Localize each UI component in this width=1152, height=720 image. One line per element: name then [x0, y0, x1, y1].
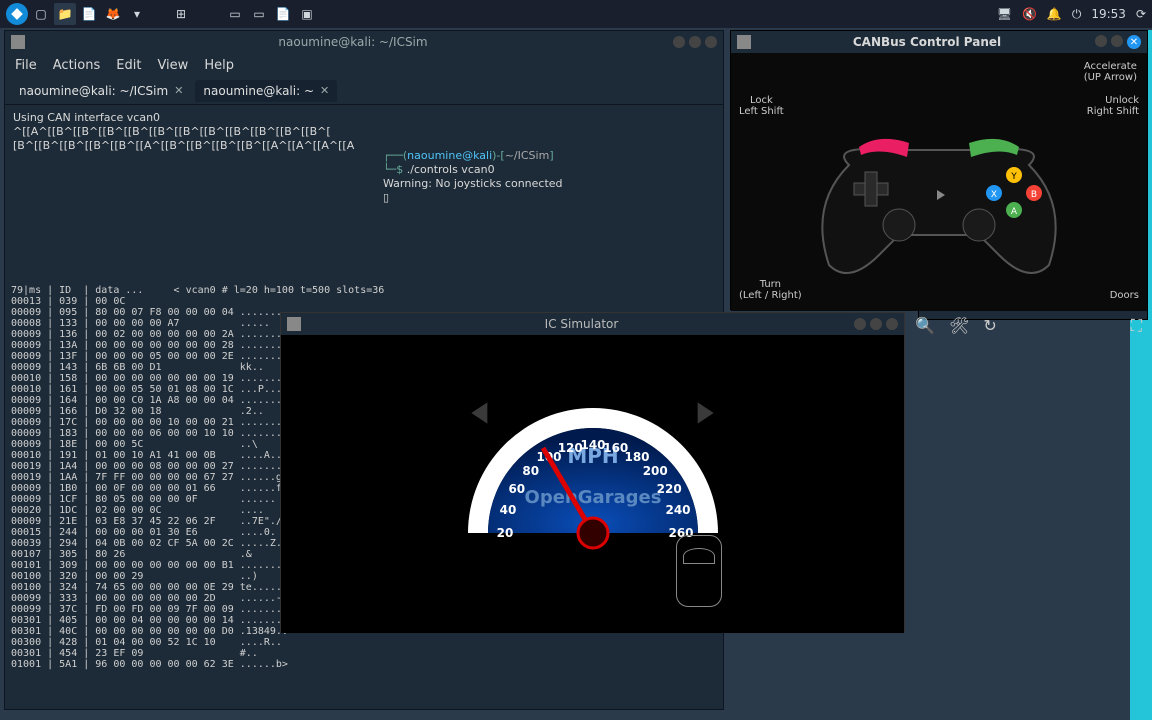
maximize-button[interactable] [689, 36, 701, 48]
svg-text:B: B [1031, 190, 1037, 200]
icsim-window: IC Simulator MPH OpenGarages 20406080100… [280, 312, 905, 632]
terminal-tabs: naoumine@kali: ~/ICSim ✕ naoumine@kali: … [5, 77, 723, 105]
label-lock: LockLeft Shift [739, 95, 784, 117]
fullscreen-icon[interactable]: ⛶ [1131, 316, 1142, 336]
svg-text:80: 80 [522, 464, 539, 478]
tab-label: naoumine@kali: ~ [203, 84, 314, 98]
search-icon[interactable]: 🔍 [915, 316, 935, 336]
command-text: ./controls vcan0 [407, 163, 495, 176]
menu-edit[interactable]: Edit [116, 58, 141, 73]
terminal-dropdown-icon[interactable]: ▾ [126, 3, 148, 25]
terminal-titlebar[interactable]: naoumine@kali: ~/ICSim [5, 31, 723, 53]
minimize-button[interactable] [673, 36, 685, 48]
svg-text:180: 180 [624, 450, 649, 464]
svg-text:40: 40 [499, 503, 516, 517]
tab-icsim[interactable]: naoumine@kali: ~/ICSim ✕ [11, 80, 191, 102]
canbus-title-text: CANBus Control Panel [853, 35, 1001, 49]
canbus-close-button[interactable]: ✕ [1127, 35, 1141, 49]
prompt-user: naoumine@kali [407, 149, 492, 162]
tab-close-icon[interactable]: ✕ [320, 84, 329, 97]
car-lock-icon [676, 535, 722, 607]
canbus-window: CANBus Control Panel ✕ Accelerate(UP Arr… [730, 30, 1148, 310]
gauge-brand: OpenGarages [524, 487, 661, 508]
icsim-minimize-button[interactable] [854, 318, 866, 330]
label-accelerate: Accelerate(UP Arrow) [1084, 61, 1137, 83]
menu-actions[interactable]: Actions [53, 58, 101, 73]
terminal-menubar: File Actions Edit View Help [5, 53, 723, 77]
tab-home[interactable]: naoumine@kali: ~ ✕ [195, 80, 337, 102]
icsim-title-text: IC Simulator [545, 317, 619, 331]
menu-file[interactable]: File [15, 58, 37, 73]
window-icon [11, 35, 25, 49]
icsim-titlebar[interactable]: IC Simulator [281, 313, 904, 335]
files-icon[interactable]: 📁 [54, 3, 76, 25]
gamepad-icon: Y B A X [789, 105, 1089, 285]
volume-icon[interactable]: 🔇 [1022, 7, 1037, 21]
refresh-icon[interactable]: ⟳ [1136, 7, 1146, 21]
terminal-right-pane[interactable]: ┌──(naoumine@kali)-[~/ICSim] └─$ ./contr… [375, 141, 715, 213]
svg-text:A: A [1011, 207, 1018, 217]
right-toolbar: 🔍 🛠 ↻ ⛶ [915, 316, 1142, 336]
icsim-maximize-button[interactable] [870, 318, 882, 330]
firefox-icon[interactable]: 🦊 [102, 3, 124, 25]
notification-icon[interactable]: 🔔 [1047, 7, 1062, 21]
label-unlock: UnlockRight Shift [1087, 95, 1139, 117]
clock: 19:53 [1091, 7, 1126, 21]
svg-text:200: 200 [642, 464, 667, 478]
speedometer: MPH OpenGarages 204060801001201401601802… [448, 373, 738, 553]
svg-text:120: 120 [557, 441, 582, 455]
window-icon [737, 35, 751, 49]
power-icon[interactable]: ⏻ [1072, 7, 1082, 22]
tab-close-icon[interactable]: ✕ [174, 84, 183, 97]
taskbar-icon-3[interactable]: 📄 [78, 3, 100, 25]
icsim-close-button[interactable] [886, 318, 898, 330]
warning-text: Warning: No joysticks connected [383, 177, 563, 190]
canbus-maximize-button[interactable] [1111, 35, 1123, 47]
menu-help[interactable]: Help [204, 58, 234, 73]
svg-text:20: 20 [496, 526, 513, 540]
canbus-titlebar[interactable]: CANBus Control Panel ✕ [731, 31, 1147, 53]
terminal-title: naoumine@kali: ~/ICSim [278, 35, 427, 49]
top-panel: ▢ 📁 📄 🦊 ▾ ⊞ ▭ ▭ 📄 ▣ 🖥 🔇 🔔 ⏻ 19:53 ⟳ [0, 0, 1152, 28]
tool-icon[interactable]: 🛠 [949, 316, 969, 336]
taskbar-terminal-icon[interactable]: ▣ [296, 3, 318, 25]
taskbar-window-3[interactable]: 📄 [272, 3, 294, 25]
svg-text:140: 140 [580, 438, 605, 452]
taskbar-window-1[interactable]: ▭ [224, 3, 246, 25]
canbus-minimize-button[interactable] [1095, 35, 1107, 47]
icsim-body: MPH OpenGarages 204060801001201401601802… [281, 335, 904, 633]
label-doors: Doors [1110, 290, 1139, 301]
close-terminal-button[interactable] [705, 36, 717, 48]
taskbar-window-2[interactable]: ▭ [248, 3, 270, 25]
display-icon[interactable]: 🖥 [997, 7, 1012, 21]
prompt-path: ~/ICSim [505, 149, 550, 162]
svg-text:X: X [991, 190, 997, 200]
menu-view[interactable]: View [157, 58, 188, 73]
controller-view: Accelerate(UP Arrow) LockLeft Shift Unlo… [731, 53, 1147, 311]
taskbar-icon-1[interactable]: ▢ [30, 3, 52, 25]
tab-label: naoumine@kali: ~/ICSim [19, 84, 168, 98]
workspace-icon[interactable]: ⊞ [170, 3, 192, 25]
svg-text:220: 220 [656, 482, 681, 496]
svg-text:240: 240 [665, 503, 690, 517]
window-icon [287, 317, 301, 331]
svg-text:60: 60 [508, 482, 525, 496]
reload-icon[interactable]: ↻ [983, 316, 996, 336]
svg-text:Y: Y [1010, 172, 1017, 182]
app-menu-icon[interactable] [6, 3, 28, 25]
